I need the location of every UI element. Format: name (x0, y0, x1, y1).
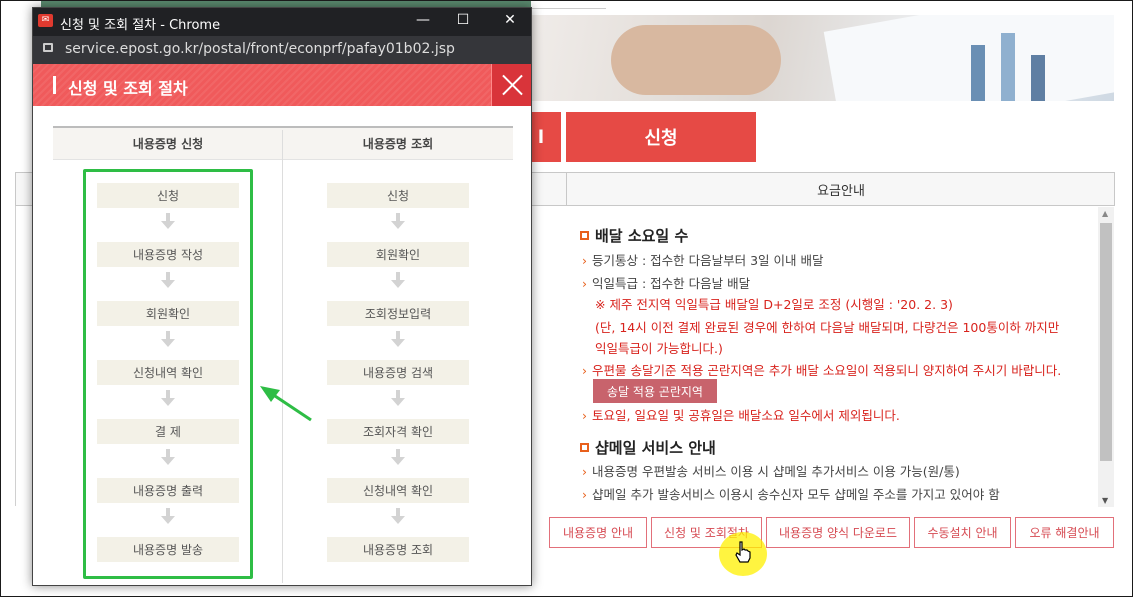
info-text: 내용증명 우편발송 서비스 이용 시 샵메일 추가서비스 이용 가능(원/통) (592, 464, 960, 479)
scroll-thumb[interactable] (1100, 223, 1112, 461)
hero-chart-bar (1031, 55, 1045, 101)
apply-button[interactable]: 신청 (566, 112, 756, 162)
window-title: 신청 및 조회 절차 - Chrome (60, 18, 221, 33)
scroll-up-icon[interactable]: ▲ (1102, 209, 1108, 218)
epost-logo-icon: ✉ (38, 14, 53, 27)
section-title-text: 배달 소요일 수 (595, 227, 689, 245)
lock-icon (43, 43, 53, 52)
chevron-right-icon: › (582, 464, 587, 479)
hero-paper-shape (823, 15, 1114, 101)
inquiry-step: 내용증명 검색 (327, 360, 469, 385)
notice-line: (단, 14시 이전 결제 완료된 경우에 한하여 다음날 배달되며, 다량건은… (595, 320, 1060, 335)
tab-fee-info[interactable]: 요금안내 (566, 173, 1115, 205)
column-header-inquiry: 내용증명 조회 (283, 128, 513, 160)
info-text: 익일특급 : 접수한 다음날 배달 (592, 276, 751, 291)
window-close-icon[interactable]: ✕ (500, 12, 520, 28)
inquiry-step: 신청 (327, 183, 469, 208)
notice-line: 익일특급이 가능합니다.) (595, 341, 723, 356)
window-titlebar: ✉ 신청 및 조회 절차 - Chrome — ☐ ✕ (33, 8, 531, 36)
scroll-down-icon[interactable]: ▼ (1102, 496, 1108, 505)
bullet-square-icon (580, 231, 589, 240)
info-text: 샵메일 추가 발송서비스 이용시 송수신자 모두 샵메일 주소를 가지고 있어야… (592, 487, 1000, 502)
nav-button-form-download[interactable]: 내용증명 양식 다운로드 (766, 517, 910, 548)
bullet-square-icon (580, 443, 589, 452)
column-divider (282, 130, 283, 583)
minimize-icon[interactable]: — (413, 12, 433, 28)
chevron-right-icon: › (582, 363, 587, 378)
section-title-text: 샵메일 서비스 안내 (595, 439, 716, 457)
arrow-head (391, 516, 405, 524)
info-text: 우편물 송달기준 적용 곤란지역은 추가 배달 소요일이 적용되니 양지하여 주… (592, 363, 1062, 378)
popup-title: 신청 및 조회 절차 (68, 79, 188, 98)
arrow-down-icon (391, 213, 405, 229)
nav-button-error-help[interactable]: 오류 해결안내 (1015, 517, 1114, 548)
info-line: › 내용증명 우편발송 서비스 이용 시 샵메일 추가서비스 이용 가능(원/통) (582, 461, 960, 480)
arrow-down-icon (391, 508, 405, 524)
arrow-head (391, 398, 405, 406)
hand-cursor-icon (734, 541, 752, 568)
browser-viewport: l 신청 요금안내 배달 소요일 수 › 등기통상 : 접수한 다음날부터 3일 … (0, 0, 1133, 597)
popup-window: ✉ 신청 및 조회 절차 - Chrome — ☐ ✕ service.epos… (32, 7, 532, 586)
popup-header: 신청 및 조회 절차 (33, 64, 531, 106)
column-header-apply: 내용증명 신청 (53, 128, 283, 160)
arrow-head (391, 457, 405, 465)
chevron-right-icon: › (582, 253, 587, 268)
header-accent-bar (53, 76, 56, 94)
divider (531, 8, 606, 9)
arrow-head (391, 339, 405, 347)
arrow-down-icon (391, 331, 405, 347)
hero-hand-shape (611, 25, 781, 95)
close-icon[interactable] (491, 64, 531, 106)
info-text: 토요일, 일요일 및 공휴일은 배달소요 일수에서 제외됩니다. (592, 408, 900, 423)
info-line: › 우편물 송달기준 적용 곤란지역은 추가 배달 소요일이 적용되니 양지하여 … (582, 360, 1061, 379)
shopmail-section-title: 샵메일 서비스 안내 (580, 437, 716, 458)
url-text[interactable]: service.epost.go.kr/postal/front/econprf… (65, 41, 455, 57)
info-line: › 샵메일 추가 발송서비스 이용시 송수신자 모두 샵메일 주소를 가지고 있어… (582, 484, 1000, 503)
delivery-section-title: 배달 소요일 수 (580, 225, 688, 246)
arrow-head (391, 280, 405, 288)
arrow-down-icon (391, 449, 405, 465)
inquiry-step: 내용증명 조회 (327, 537, 469, 562)
inquiry-step: 신청내역 확인 (327, 478, 469, 503)
info-text: 등기통상 : 접수한 다음날부터 3일 이내 배달 (592, 253, 824, 268)
nav-button-guide[interactable]: 내용증명 안내 (549, 517, 647, 548)
chevron-right-icon: › (582, 276, 587, 291)
inquiry-step: 조회자격 확인 (327, 419, 469, 444)
content-border (15, 206, 16, 506)
region-button[interactable]: 송달 적용 곤란지역 (593, 379, 717, 403)
vertical-scrollbar[interactable]: ▲ ▼ (1098, 207, 1114, 507)
info-line: › 토요일, 일요일 및 공휴일은 배달소요 일수에서 제외됩니다. (582, 405, 900, 424)
jeju-notice: ※ 제주 전지역 익일특급 배달일 D+2일로 조정 (시행일 : '20. 2… (595, 297, 953, 312)
maximize-icon[interactable]: ☐ (453, 12, 473, 28)
info-line: › 등기통상 : 접수한 다음날부터 3일 이내 배달 (582, 250, 824, 269)
info-panel: 배달 소요일 수 › 등기통상 : 접수한 다음날부터 3일 이내 배달 › 익일특… (565, 207, 1097, 507)
hero-banner-image (531, 15, 1114, 101)
highlight-box (83, 169, 253, 579)
arrow-head (391, 221, 405, 229)
arrow-down-icon (391, 390, 405, 406)
inquiry-step: 조회정보입력 (327, 301, 469, 326)
nav-button-manual-install[interactable]: 수동설치 안내 (914, 517, 1011, 548)
hero-chart-bar (1001, 33, 1015, 101)
chevron-right-icon: › (582, 408, 587, 423)
arrow-down-icon (391, 272, 405, 288)
address-bar[interactable]: service.epost.go.kr/postal/front/econprf… (33, 36, 531, 64)
hero-chart-bar (971, 45, 985, 101)
info-line: › 익일특급 : 접수한 다음날 배달 (582, 273, 750, 292)
inquiry-step: 회원확인 (327, 242, 469, 267)
chevron-right-icon: › (582, 487, 587, 502)
